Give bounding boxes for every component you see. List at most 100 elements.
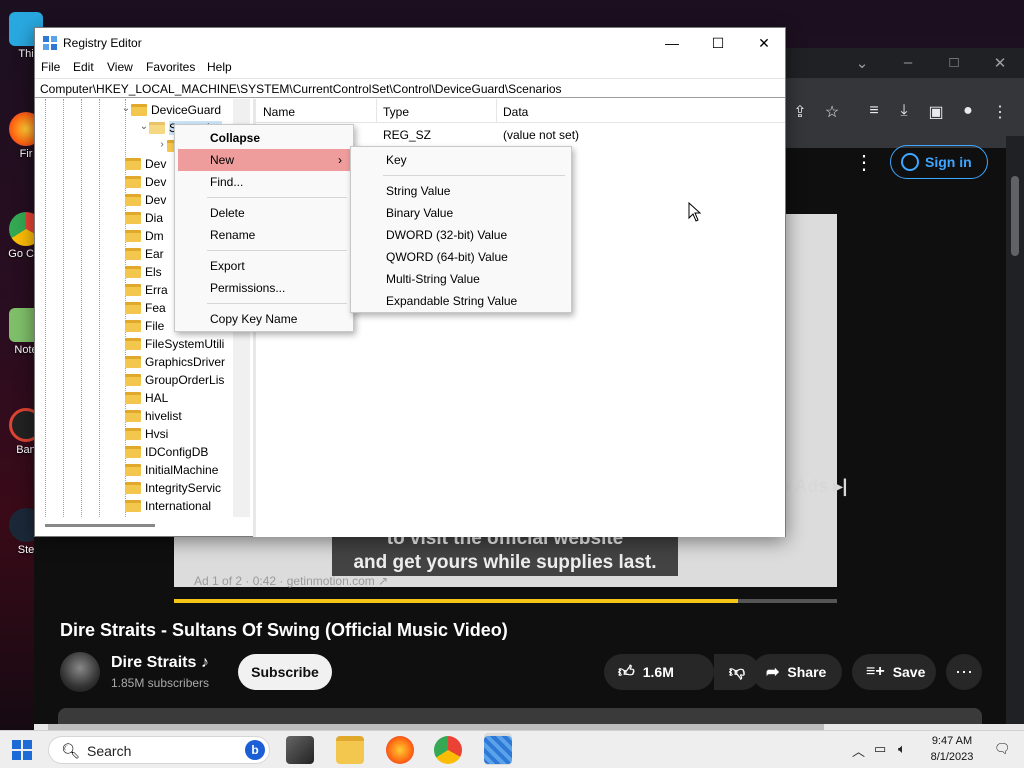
key-context-menu: Collapse New › Find... Delete Rename Exp… xyxy=(174,124,354,332)
tree-item[interactable]: ›IntegrityServic xyxy=(35,479,250,497)
share-arrow-icon: ➦ xyxy=(766,664,780,681)
tree-item[interactable]: ›Hvsi xyxy=(35,425,250,443)
minimize-icon[interactable]: – xyxy=(898,54,918,71)
file-explorer-icon[interactable] xyxy=(336,736,364,764)
folder-icon xyxy=(125,158,141,170)
address-bar[interactable]: Computer\HKEY_LOCAL_MACHINE\SYSTEM\Curre… xyxy=(35,78,785,98)
column-divider[interactable] xyxy=(376,99,377,123)
maximize-button[interactable]: ☐ xyxy=(695,31,741,55)
column-name[interactable]: Name xyxy=(263,105,295,119)
channel-name[interactable]: Dire Straits ♪ xyxy=(111,654,209,672)
menu-help[interactable]: Help xyxy=(207,60,232,74)
network-icon[interactable]: ▭ xyxy=(874,741,886,757)
tree-item[interactable]: ›GraphicsDriver xyxy=(35,353,250,371)
chrome-taskbar-icon[interactable] xyxy=(434,736,462,764)
collapse-chevron-icon[interactable]: ⌄ xyxy=(139,121,149,132)
submenu-item-binary-value[interactable]: Binary Value xyxy=(354,202,568,224)
download-icon[interactable]: ⤓ xyxy=(892,102,916,120)
video-progress-bar[interactable] xyxy=(174,599,837,603)
close-button[interactable]: ✕ xyxy=(741,31,787,55)
show-hidden-icons-icon[interactable]: ︿ xyxy=(852,741,865,760)
tree-item[interactable]: ›FileSystemUtili xyxy=(35,335,250,353)
start-button[interactable] xyxy=(12,740,32,760)
vertical-scroll-thumb[interactable] xyxy=(1011,176,1019,256)
browser-menu-icon[interactable]: ⋮ xyxy=(988,102,1012,122)
menu-item-find[interactable]: Find... xyxy=(178,171,350,193)
menu-view[interactable]: View xyxy=(107,60,133,74)
tree-item-label: Dev xyxy=(145,175,167,189)
menu-item-new[interactable]: New › xyxy=(178,149,350,171)
task-view-icon[interactable] xyxy=(286,736,314,764)
tree-item[interactable]: ›InitialMachine xyxy=(35,461,250,479)
menu-item-rename[interactable]: Rename xyxy=(178,224,350,246)
tree-item-label: Dm xyxy=(145,229,164,243)
folder-icon xyxy=(125,500,141,512)
taskbar-search[interactable]: 🔍︎ Search b xyxy=(48,736,270,764)
close-icon[interactable]: ✕ xyxy=(990,54,1010,72)
tree-item-label: IDConfigDB xyxy=(145,445,209,459)
side-panel-icon[interactable]: ▣ xyxy=(924,102,948,122)
menu-file[interactable]: File xyxy=(41,60,60,74)
menu-item-permissions[interactable]: Permissions... xyxy=(178,277,350,299)
menu-item-copy-key-name[interactable]: Copy Key Name xyxy=(178,308,350,330)
menu-item-collapse[interactable]: Collapse xyxy=(178,127,350,149)
submenu-item-key[interactable]: Key xyxy=(354,149,568,171)
menu-item-delete[interactable]: Delete xyxy=(178,202,350,224)
menu-edit[interactable]: Edit xyxy=(73,60,94,74)
taskbar-clock[interactable]: 9:47 AM 8/1/2023 xyxy=(922,733,982,765)
column-divider[interactable] xyxy=(496,99,497,123)
subscribe-button[interactable]: Subscribe xyxy=(238,654,332,690)
tree-item[interactable]: ›GroupOrderLis xyxy=(35,371,250,389)
menu-item-export[interactable]: Export xyxy=(178,255,350,277)
ad-info[interactable]: Ad 1 of 2 · 0:42 · getinmotion.com ↗ xyxy=(194,574,388,588)
volume-icon[interactable]: 🔈︎ xyxy=(898,741,906,757)
share-button[interactable]: ➦ Share xyxy=(752,654,842,690)
like-button[interactable]: 👍︎ 1.6M xyxy=(604,654,714,690)
column-data[interactable]: Data xyxy=(503,105,528,119)
tree-item[interactable]: ›HAL xyxy=(35,389,250,407)
tree-item[interactable]: ›International xyxy=(35,497,250,515)
tree-item[interactable]: ›IDConfigDB xyxy=(35,443,250,461)
tree-item-label: GroupOrderLis xyxy=(145,373,225,387)
sign-in-button[interactable]: Sign in xyxy=(890,145,988,179)
regedit-titlebar[interactable]: Registry Editor — ☐ ✕ xyxy=(35,28,785,58)
tab-search-icon[interactable]: ⌄ xyxy=(852,54,872,72)
profile-icon[interactable]: ● xyxy=(956,102,980,120)
channel-avatar[interactable] xyxy=(60,652,100,692)
media-control-icon[interactable]: ≡ xyxy=(862,102,886,120)
tree-item-label: FileSystemUtili xyxy=(145,337,225,351)
expand-chevron-icon[interactable]: › xyxy=(157,139,167,150)
bing-icon[interactable]: b xyxy=(245,740,265,760)
save-button[interactable]: ≡+ Save xyxy=(852,654,936,690)
share-page-icon[interactable]: ⇪ xyxy=(788,102,812,122)
more-actions-button[interactable]: ⋯ xyxy=(946,654,982,690)
settings-kebab-icon[interactable]: ⋮ xyxy=(854,150,874,175)
value-data[interactable]: (value not set) xyxy=(503,128,579,142)
description-box[interactable] xyxy=(58,708,982,724)
submenu-item-string-value[interactable]: String Value xyxy=(354,180,568,202)
folder-icon xyxy=(125,482,141,494)
minimize-button[interactable]: — xyxy=(649,31,695,55)
column-type[interactable]: Type xyxy=(383,105,409,119)
collapse-chevron-icon[interactable]: ⌄ xyxy=(121,103,131,114)
tree-item[interactable]: ›hivelist xyxy=(35,407,250,425)
menu-separator xyxy=(207,250,347,251)
submenu-item-expandable-string-value[interactable]: Expandable String Value xyxy=(354,290,568,312)
thumbs-down-icon: 👎︎ xyxy=(728,663,746,681)
submenu-item-dword-value[interactable]: DWORD (32-bit) Value xyxy=(354,224,568,246)
maximize-icon[interactable]: □ xyxy=(944,54,964,71)
value-type[interactable]: REG_SZ xyxy=(383,128,431,142)
tree-item[interactable]: ⌄ DeviceGuard xyxy=(35,101,250,119)
notifications-icon[interactable]: 🗨︎ xyxy=(994,741,1011,757)
submenu-item-multi-string-value[interactable]: Multi-String Value xyxy=(354,268,568,290)
submenu-item-qword-value[interactable]: QWORD (64-bit) Value xyxy=(354,246,568,268)
tree-horizontal-scrollbar[interactable] xyxy=(45,524,155,527)
tree-item-label: hivelist xyxy=(145,409,182,423)
menu-favorites[interactable]: Favorites xyxy=(146,60,195,74)
firefox-taskbar-icon[interactable] xyxy=(386,736,414,764)
folder-icon xyxy=(125,266,141,278)
vertical-scrollbar[interactable] xyxy=(1006,136,1024,724)
new-submenu: Key String Value Binary Value DWORD (32-… xyxy=(350,146,572,313)
bookmark-star-icon[interactable]: ☆ xyxy=(820,102,844,122)
regedit-taskbar-icon[interactable] xyxy=(484,736,512,764)
